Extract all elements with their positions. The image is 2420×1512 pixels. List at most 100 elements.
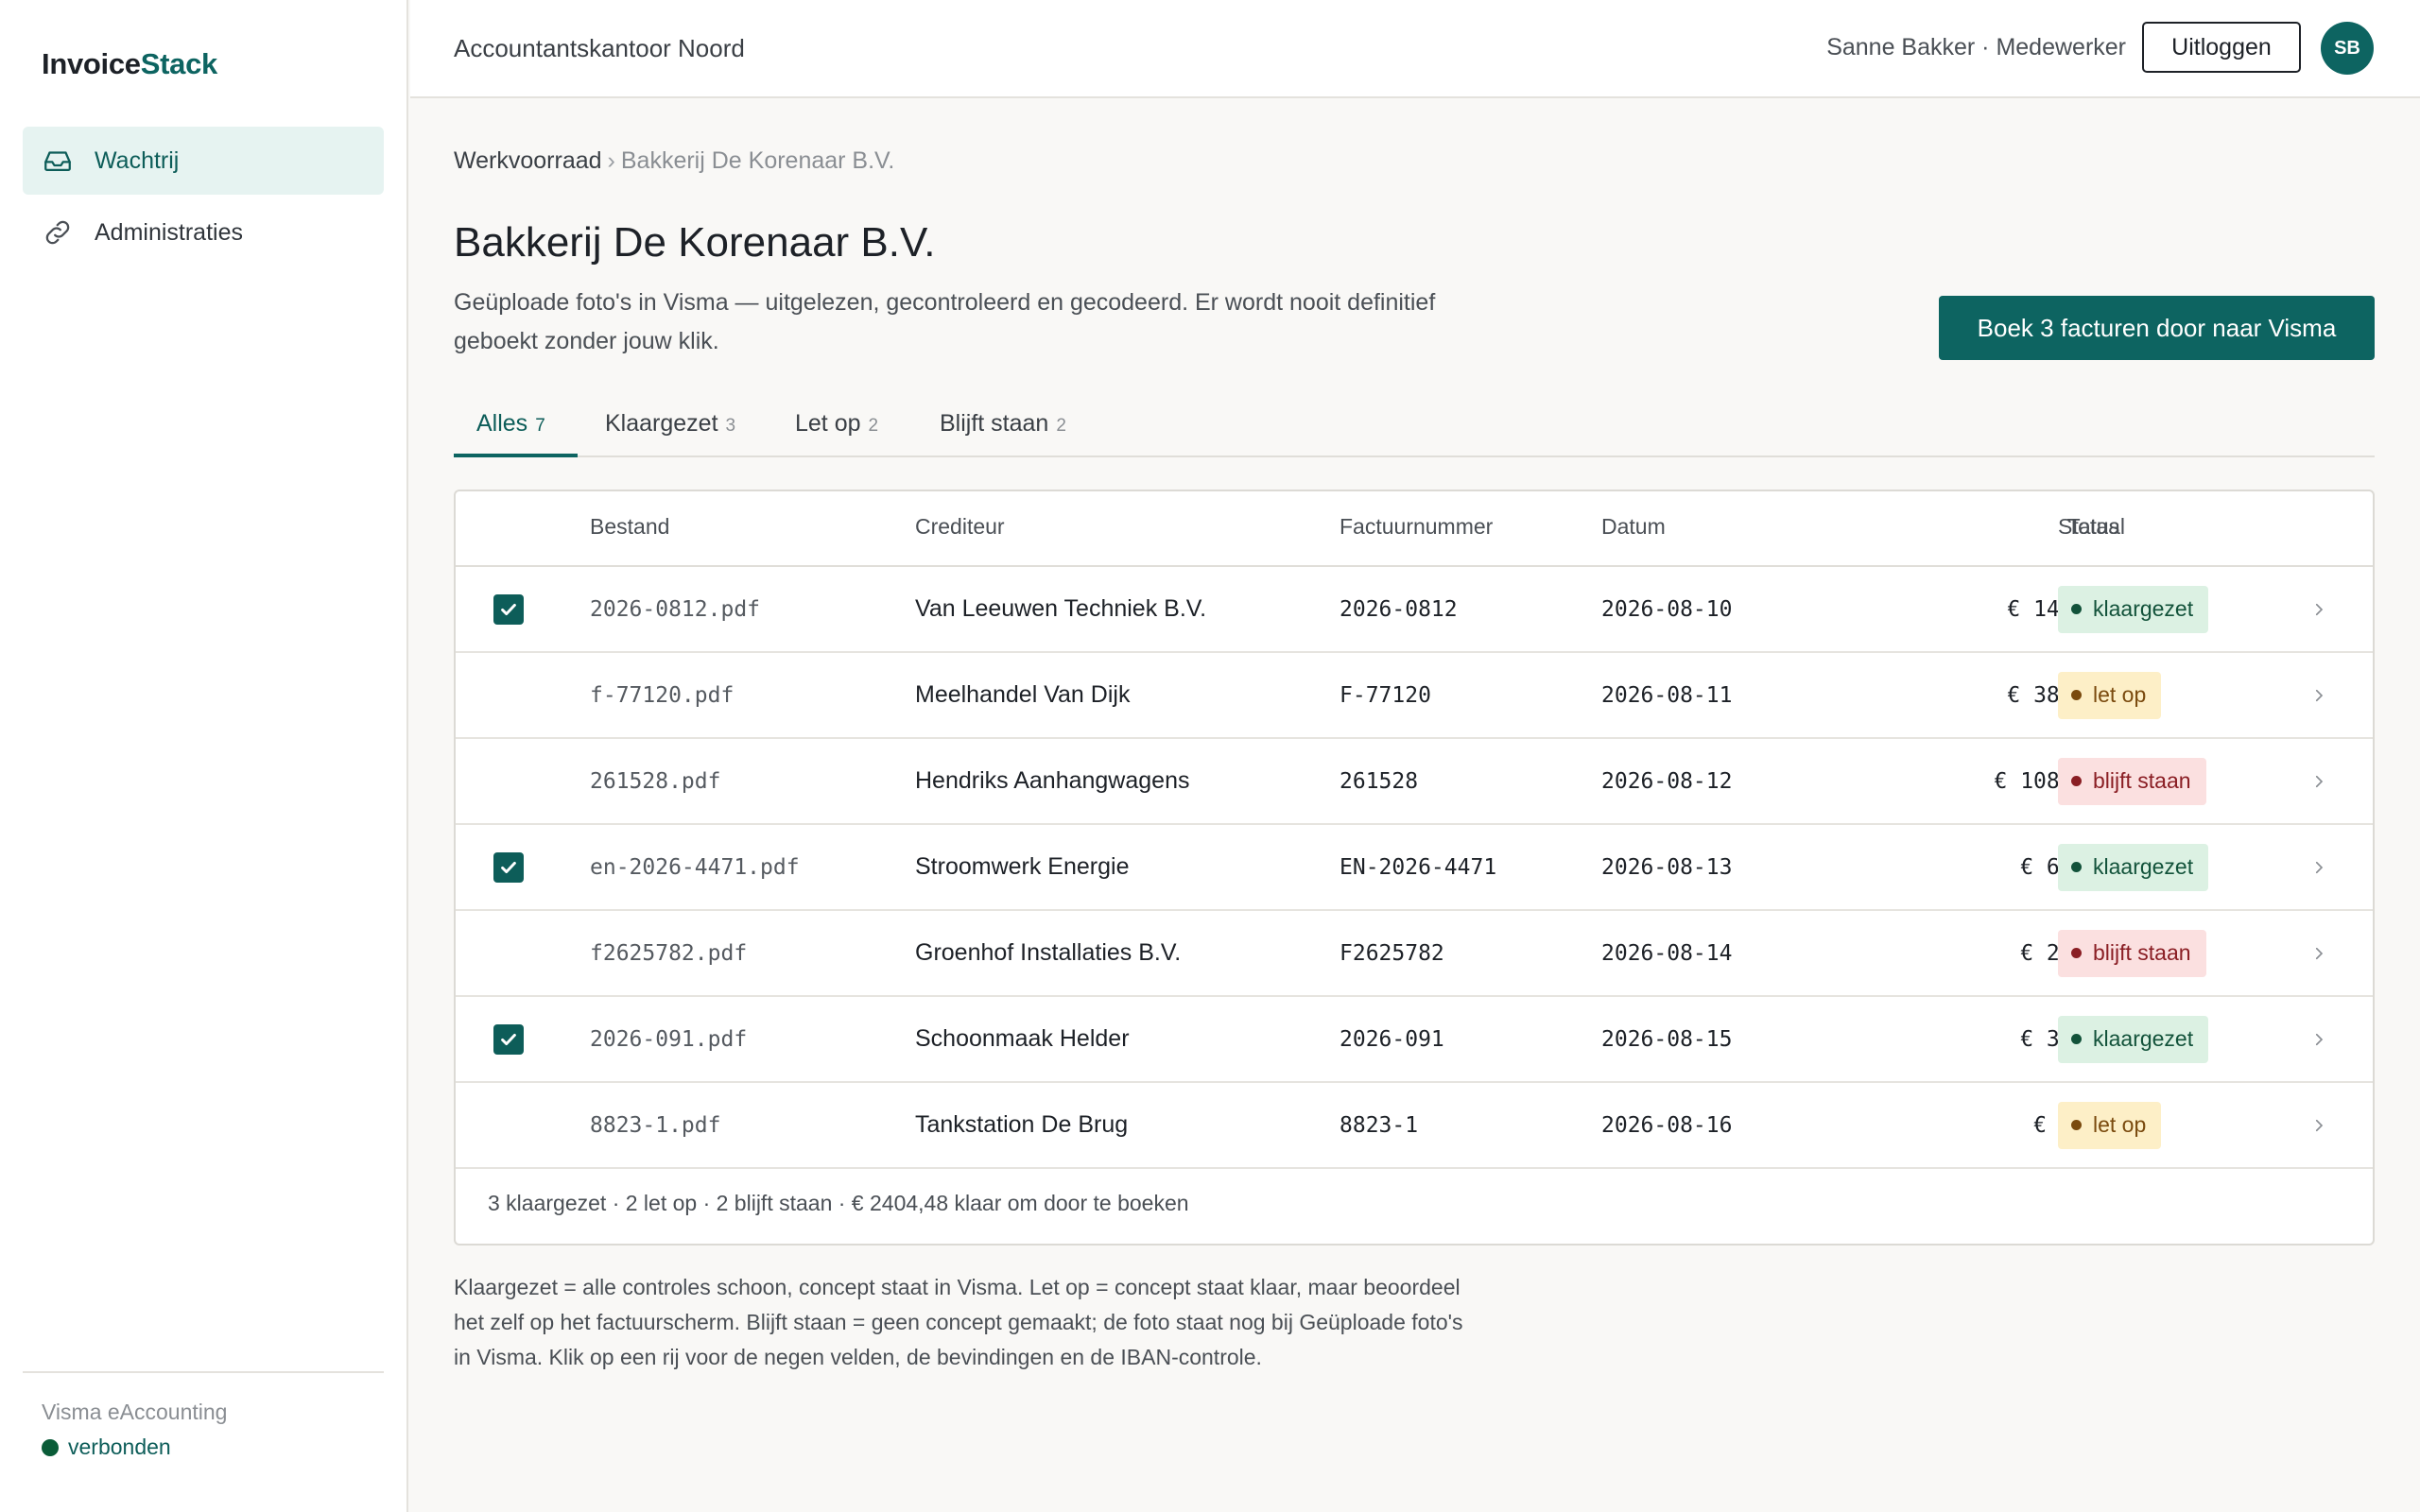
tab-let-op[interactable]: Let op 2	[772, 399, 901, 457]
logout-button[interactable]: Uitloggen	[2142, 22, 2301, 73]
chevron-right-icon[interactable]	[2310, 739, 2327, 823]
page-title: Bakkerij De Korenaar B.V.	[454, 219, 936, 266]
app-logo[interactable]: InvoiceStack	[42, 47, 217, 81]
page-subtitle: Geüploade foto's in Visma — uitgelezen, …	[454, 289, 1436, 354]
file-name: 8823-1.pdf	[590, 1112, 721, 1138]
chevron-right-icon[interactable]	[2310, 567, 2327, 651]
column-header-bestand: Bestand	[590, 514, 670, 539]
table-row[interactable]: 261528.pdf Hendriks Aanhangwagens 261528…	[456, 739, 2373, 825]
book-invoices-button[interactable]: Boek 3 facturen door naar Visma	[1939, 296, 2375, 360]
table-row[interactable]: 8823-1.pdf Tankstation De Brug 8823-1 20…	[456, 1083, 2373, 1169]
sidebar-item-administraties[interactable]: Administraties	[23, 198, 384, 266]
table-row[interactable]: 2026-091.pdf Schoonmaak Helder 2026-091 …	[456, 997, 2373, 1083]
creditor-name: Tankstation De Brug	[915, 1111, 1129, 1138]
invoice-date: 2026-08-10	[1601, 596, 1733, 622]
status-cell: let op	[2058, 1083, 2162, 1167]
tab-blijft-staan[interactable]: Blijft staan 2	[917, 399, 1089, 457]
row-select-cell	[493, 567, 524, 651]
status-cell: let op	[2058, 653, 2162, 737]
status-dot-icon	[2071, 604, 2082, 614]
invoice-date: 2026-08-11	[1601, 682, 1733, 708]
chevron-right-icon[interactable]	[2310, 1083, 2327, 1167]
invoice-date: 2026-08-13	[1601, 854, 1733, 880]
invoice-number: F-77120	[1340, 682, 1431, 708]
status-label: klaargezet	[2093, 854, 2194, 879]
breadcrumb-separator: ›	[607, 147, 615, 174]
row-checkbox[interactable]	[493, 1023, 524, 1055]
tab-label: Let op	[795, 410, 861, 437]
table-row[interactable]: en-2026-4471.pdf Stroomwerk Energie EN-2…	[456, 825, 2373, 911]
integration-status: Visma eAccounting verbonden	[23, 1371, 384, 1460]
breadcrumb-root-link[interactable]: Werkvoorraad	[454, 147, 602, 174]
column-header-status: Status	[2058, 514, 2120, 539]
status-badge: let op	[2058, 1101, 2162, 1149]
chevron-right-icon[interactable]	[2310, 653, 2327, 737]
status-badge: klaargezet	[2058, 1015, 2209, 1063]
status-label: klaargezet	[2093, 1026, 2194, 1051]
chevron-right-icon[interactable]	[2310, 997, 2327, 1081]
integration-name: Visma eAccounting	[42, 1400, 228, 1424]
row-checkbox[interactable]	[493, 593, 524, 625]
chevron-right-icon[interactable]	[2310, 911, 2327, 995]
invoice-number: 2026-0812	[1340, 596, 1458, 622]
sidebar: InvoiceStack Wachtrij Administraties Vis…	[0, 0, 408, 1512]
creditor-name: Stroomwerk Energie	[915, 853, 1130, 880]
sidebar-item-label: Administraties	[95, 218, 243, 246]
status-label: let op	[2093, 1112, 2147, 1137]
status-dot-icon	[42, 1438, 59, 1456]
status-dot-icon	[2071, 1120, 2082, 1130]
column-header-crediteur: Crediteur	[915, 514, 1005, 539]
invoice-date: 2026-08-12	[1601, 768, 1733, 794]
invoice-date: 2026-08-15	[1601, 1026, 1733, 1052]
inbox-icon	[44, 151, 71, 172]
file-name: 2026-0812.pdf	[590, 596, 761, 622]
invoice-date: 2026-08-16	[1601, 1112, 1733, 1138]
topbar: Accountantskantoor Noord Sanne Bakker · …	[410, 0, 2420, 98]
sidebar-item-label: Wachtrij	[95, 146, 180, 174]
tab-label: Klaargezet	[605, 410, 718, 437]
tab-count: 2	[1056, 416, 1066, 436]
breadcrumb: Werkvoorraad › Bakkerij De Korenaar B.V.	[454, 147, 894, 175]
invoice-number: 261528	[1340, 768, 1419, 794]
invoice-table: Bestand Crediteur Factuurnummer Datum To…	[454, 490, 2375, 1246]
status-dot-icon	[2071, 948, 2082, 958]
status-badge: let op	[2058, 671, 2162, 719]
table-row[interactable]: f2625782.pdf Groenhof Installaties B.V. …	[456, 911, 2373, 997]
connection-status: verbonden	[42, 1435, 384, 1460]
sidebar-item-wachtrij[interactable]: Wachtrij	[23, 127, 384, 195]
sidebar-nav: Wachtrij Administraties	[23, 127, 384, 270]
row-select-cell	[493, 997, 524, 1081]
invoice-number: 8823-1	[1340, 1112, 1419, 1138]
check-icon	[501, 861, 516, 873]
status-badge: klaargezet	[2058, 843, 2209, 891]
table-header: Bestand Crediteur Factuurnummer Datum To…	[456, 491, 2373, 567]
check-icon	[501, 603, 516, 615]
column-header-factuurnummer: Factuurnummer	[1340, 514, 1494, 539]
status-cell: klaargezet	[2058, 567, 2209, 651]
table-summary: 3 klaargezet · 2 let op · 2 blijft staan…	[488, 1191, 1189, 1215]
table-row[interactable]: f-77120.pdf Meelhandel Van Dijk F-77120 …	[456, 653, 2373, 739]
tab-label: Blijft staan	[940, 410, 1049, 437]
status-cell: blijft staan	[2058, 739, 2206, 823]
status-badge: blijft staan	[2058, 929, 2206, 977]
creditor-name: Meelhandel Van Dijk	[915, 681, 1131, 708]
user-info: Sanne Bakker · Medewerker	[1826, 34, 2126, 60]
status-label: klaargezet	[2093, 596, 2194, 621]
file-name: 2026-091.pdf	[590, 1026, 748, 1052]
row-checkbox[interactable]	[493, 851, 524, 883]
tab-klaargezet[interactable]: Klaargezet 3	[582, 399, 758, 457]
status-tabs: Alles 7 Klaargezet 3 Let op 2 Blijft staan 2	[454, 399, 2375, 457]
file-name: f2625782.pdf	[590, 940, 748, 966]
status-badge: blijft staan	[2058, 757, 2206, 805]
creditor-name: Groenhof Installaties B.V.	[915, 939, 1182, 966]
tab-alles[interactable]: Alles 7	[454, 399, 578, 457]
table-row[interactable]: 2026-0812.pdf Van Leeuwen Techniek B.V. …	[456, 567, 2373, 653]
logo-text-primary: Invoice	[42, 47, 141, 80]
file-name: 261528.pdf	[590, 768, 721, 794]
avatar[interactable]: SB	[2321, 22, 2374, 75]
row-select-cell	[493, 825, 524, 909]
file-name: f-77120.pdf	[590, 682, 735, 708]
status-dot-icon	[2071, 776, 2082, 786]
chevron-right-icon[interactable]	[2310, 825, 2327, 909]
status-dot-icon	[2071, 1034, 2082, 1044]
